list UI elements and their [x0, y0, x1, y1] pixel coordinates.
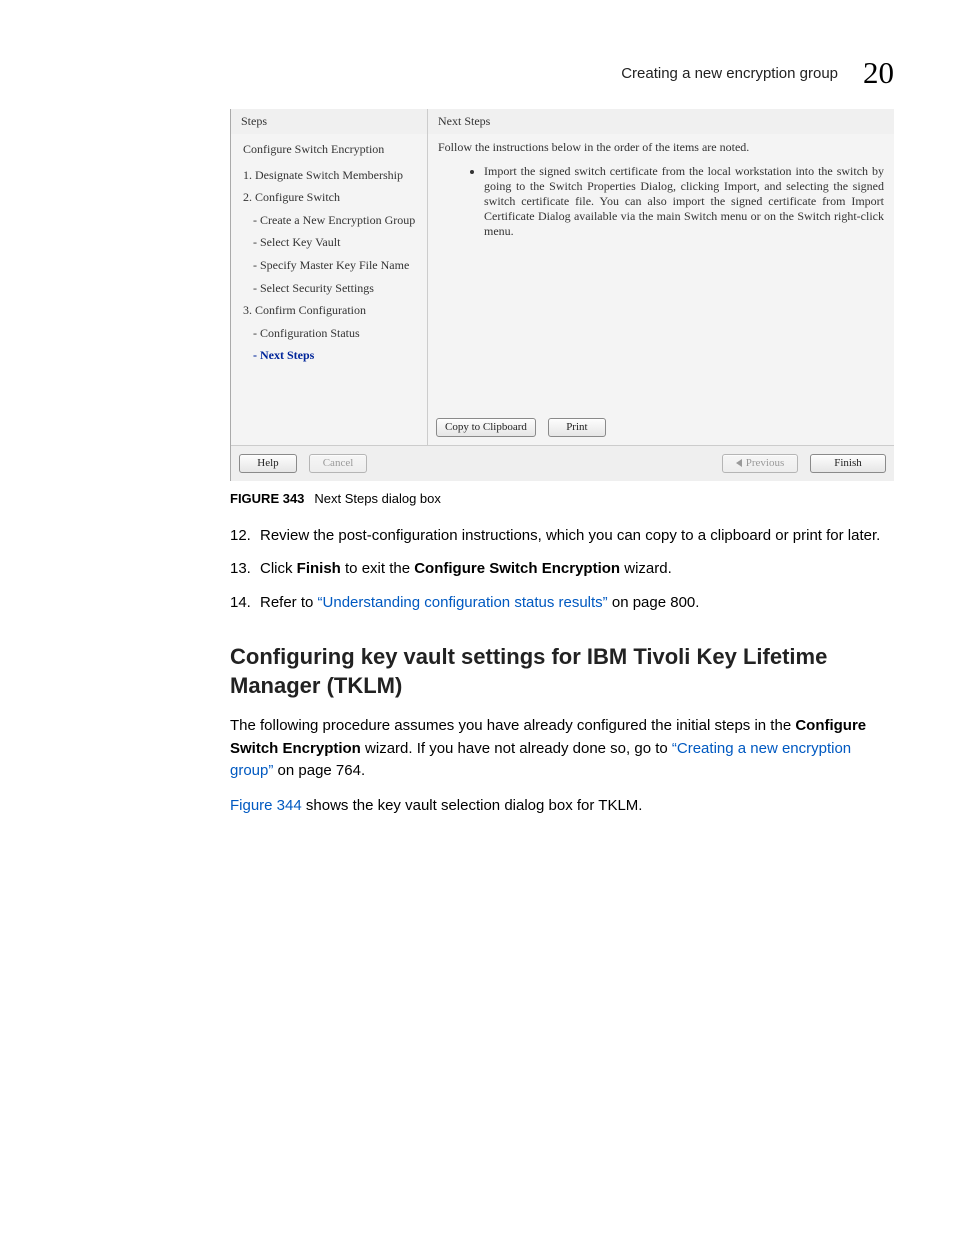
- next-steps-panel-label: Next Steps: [428, 109, 894, 134]
- step-subitem: - Configuration Status: [253, 324, 419, 343]
- previous-button-label: Previous: [746, 457, 785, 469]
- next-steps-dialog: Steps Configure Switch Encryption 1. Des…: [230, 109, 894, 481]
- page-header-title: Creating a new encryption group: [621, 65, 838, 82]
- copy-to-clipboard-button[interactable]: Copy to Clipboard: [436, 418, 536, 437]
- step-number: 13.: [230, 557, 260, 580]
- step-number: 14.: [230, 591, 260, 614]
- step-14-text: Refer to “Understanding configuration st…: [260, 591, 894, 614]
- step-number: 12.: [230, 524, 260, 547]
- chevron-left-icon: [736, 459, 742, 467]
- steps-panel-label: Steps: [231, 109, 427, 134]
- bullet-text: Import the signed switch certificate fro…: [428, 158, 894, 412]
- step-12-text: Review the post-configuration instructio…: [260, 524, 894, 547]
- step-subitem: - Specify Master Key File Name: [253, 256, 419, 275]
- instruction-text: Follow the instructions below in the ord…: [428, 134, 894, 158]
- step-current: - Next Steps: [253, 346, 419, 365]
- step-item: 2. Configure Switch: [243, 188, 419, 207]
- figure-caption-text: Next Steps dialog box: [314, 491, 440, 506]
- steps-list: Configure Switch Encryption 1. Designate…: [231, 134, 427, 375]
- step-item: 1. Designate Switch Membership: [243, 166, 419, 185]
- steps-root: Configure Switch Encryption: [243, 140, 419, 159]
- step-subitem: - Create a New Encryption Group: [253, 211, 419, 230]
- body-paragraph-2: Figure 344 shows the key vault selection…: [230, 795, 894, 818]
- step-subitem: - Select Key Vault: [253, 233, 419, 252]
- bullet-item: Import the signed switch certificate fro…: [484, 164, 884, 239]
- figure-label: FIGURE 343: [230, 491, 304, 506]
- chapter-number: 20: [863, 55, 894, 91]
- section-heading: Configuring key vault settings for IBM T…: [230, 642, 894, 701]
- step-item: 3. Confirm Configuration: [243, 301, 419, 320]
- step-subitem: - Select Security Settings: [253, 279, 419, 298]
- step-13-text: Click Finish to exit the Configure Switc…: [260, 557, 894, 580]
- cancel-button[interactable]: Cancel: [309, 454, 367, 473]
- body-paragraph-1: The following procedure assumes you have…: [230, 715, 894, 783]
- finish-button[interactable]: Finish: [810, 454, 886, 473]
- previous-button[interactable]: Previous: [722, 454, 798, 473]
- print-button[interactable]: Print: [548, 418, 606, 437]
- understanding-config-status-link[interactable]: “Understanding configuration status resu…: [318, 594, 608, 611]
- help-button[interactable]: Help: [239, 454, 297, 473]
- figure-344-link[interactable]: Figure 344: [230, 797, 302, 814]
